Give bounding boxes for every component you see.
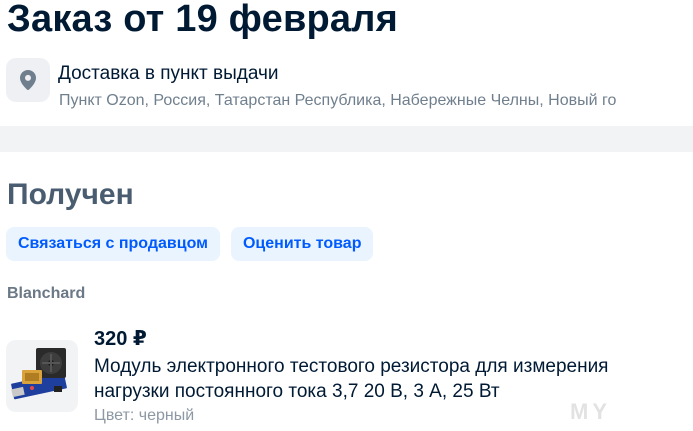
product-image[interactable] xyxy=(6,340,78,412)
watermark: MY xyxy=(570,399,611,424)
delivery-address: Пункт Ozon, Россия, Татарстан Республика… xyxy=(59,92,617,109)
contact-seller-button[interactable]: Связаться с продавцом xyxy=(6,227,220,261)
product-color: Цвет: черный xyxy=(94,407,194,425)
product-color-value: черный xyxy=(138,407,195,424)
order-actions: Связаться с продавцом Оценить товар xyxy=(6,227,374,261)
rate-product-button[interactable]: Оценить товар xyxy=(230,227,374,261)
section-divider xyxy=(0,126,693,152)
location-pin-icon xyxy=(6,58,50,102)
product-color-label: Цвет: xyxy=(94,407,135,424)
delivery-info[interactable]: Доставка в пункт выдачи Пункт Ozon, Росс… xyxy=(6,58,693,118)
product-name[interactable]: Модуль электронного тестового резистора … xyxy=(94,354,693,404)
delivery-method: Доставка в пункт выдачи xyxy=(58,63,279,84)
seller-name[interactable]: Blanchard xyxy=(7,285,85,303)
product-price: 320 ₽ xyxy=(94,328,147,350)
page-title: Заказ от 19 февраля xyxy=(7,0,398,40)
order-status: Получен xyxy=(7,178,134,211)
